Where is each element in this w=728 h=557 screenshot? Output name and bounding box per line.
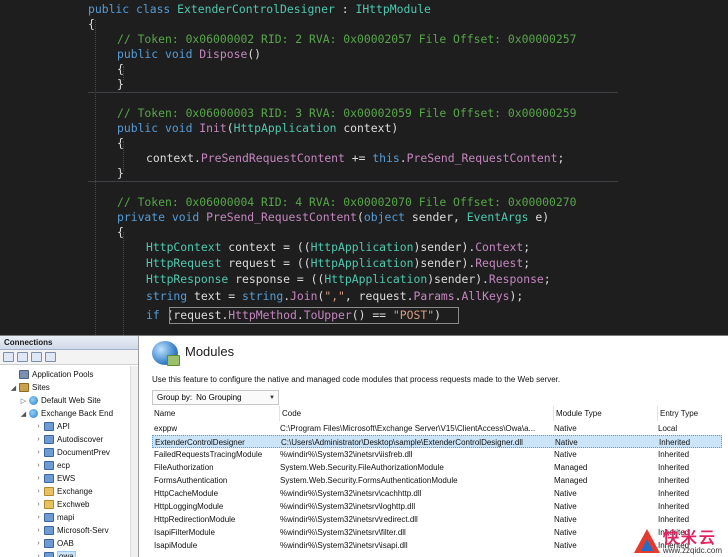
folder-icon (44, 474, 54, 483)
watermark-brand: 快米云 (662, 528, 717, 547)
code-line: { (88, 17, 95, 31)
code-line: { (117, 136, 124, 150)
sites-icon (19, 383, 29, 392)
app-pool-icon (19, 370, 29, 379)
connect-icon[interactable] (31, 352, 42, 362)
tree-node-microsoft-serv[interactable]: › Microsoft-Serv (35, 524, 109, 537)
code-line: { (117, 62, 124, 76)
globe-icon (29, 396, 38, 405)
chevron-right-icon[interactable]: ▷ (20, 397, 27, 405)
folder-icon (44, 552, 54, 557)
folder-icon (44, 526, 54, 535)
method-separator (88, 92, 618, 93)
code-line: string text = string.Join(",", request.P… (146, 289, 524, 303)
tree-node-api[interactable]: › API (35, 420, 70, 433)
chevron-down-icon[interactable]: ◢ (20, 410, 27, 418)
code-line: HttpContext context = ((HttpApplication)… (146, 240, 531, 254)
folder-icon (44, 487, 54, 496)
table-row-selected[interactable]: ExtenderControlDesigner C:\Users\Administ… (152, 435, 722, 448)
group-by-value: No Grouping (196, 393, 242, 402)
chevron-down-icon[interactable]: ◢ (10, 384, 17, 392)
refresh-icon[interactable] (45, 352, 56, 362)
code-line: private void PreSend_RequestContent(obje… (117, 210, 550, 224)
table-row[interactable]: HttpLoggingModule %windir%\System32\inets… (152, 500, 722, 513)
table-row[interactable]: FailedRequestsTracingModule %windir%\Syst… (152, 448, 722, 461)
table-row[interactable]: HttpRedirectionModule %windir%\System32\i… (152, 513, 722, 526)
tree-node-sites[interactable]: ◢ Sites (10, 381, 50, 394)
iis-manager: Connections Application Pools ◢ Sites ▷ De… (0, 335, 728, 557)
code-comment: // Token: 0x06000003 RID: 3 RVA: 0x00002… (117, 106, 577, 120)
connections-header: Connections (0, 336, 138, 350)
save-icon[interactable] (17, 352, 28, 362)
folder-icon (44, 435, 54, 444)
watermark: 快米云 www.zzqidc.com (633, 529, 722, 555)
chevron-down-icon: ▼ (269, 394, 275, 401)
code-line: { (117, 225, 124, 239)
code-line: public void Init(HttpApplication context… (117, 121, 399, 135)
watermark-text: 快米云 www.zzqidc.com (663, 529, 722, 555)
folder-icon (44, 500, 54, 509)
brand-logo-icon (633, 529, 660, 555)
tree-node-ecp[interactable]: › ecp (35, 459, 70, 472)
tree-node-default-web-site[interactable]: ▷ Default Web Site (20, 394, 101, 407)
column-header-module-type[interactable]: Module Type (554, 406, 658, 421)
tree-node-app-pools[interactable]: Application Pools (10, 368, 93, 381)
page-title: Modules (185, 344, 235, 359)
code-line: HttpRequest request = ((HttpApplication)… (146, 256, 531, 270)
tree-node-oab[interactable]: › OAB (35, 537, 74, 550)
indent-guide (95, 20, 96, 335)
indent-guide (123, 232, 124, 335)
column-header-name[interactable]: Name (152, 406, 280, 421)
table-row[interactable]: FormsAuthentication System.Web.Security.F… (152, 474, 722, 487)
tree-node-ews[interactable]: › EWS (35, 472, 75, 485)
code-line: HttpResponse response = ((HttpApplicatio… (146, 272, 551, 286)
tree-node-exchange[interactable]: › Exchange (35, 485, 93, 498)
code-line: } (117, 166, 124, 180)
folder-icon (44, 513, 54, 522)
table-row[interactable]: HttpCacheModule %windir%\System32\inetsrv… (152, 487, 722, 500)
globe-icon (29, 409, 38, 418)
group-by-select[interactable]: Group by: No Grouping ▼ (152, 390, 279, 405)
code-line: context.PreSendRequestContent += this.Pr… (146, 151, 565, 165)
highlight-box (169, 307, 459, 324)
table-row[interactable]: exppw C:\Program Files\Microsoft\Exchange… (152, 422, 722, 435)
folder-icon (44, 448, 54, 457)
globe-icon[interactable] (3, 352, 14, 362)
modules-icon (152, 341, 180, 366)
code-line: } (117, 77, 124, 91)
code-line: public void Dispose() (117, 47, 262, 61)
tree-node-exchange-back-end[interactable]: ◢ Exchange Back End (20, 407, 113, 420)
modules-page: Modules Use this feature to configure th… (140, 336, 728, 557)
page-description: Use this feature to configure the native… (152, 375, 561, 384)
tree-node-exchweb[interactable]: › Exchweb (35, 498, 89, 511)
tree-node-owa[interactable]: › owa (35, 550, 76, 557)
code-comment: // Token: 0x06000002 RID: 2 RVA: 0x00002… (117, 32, 577, 46)
table-row[interactable]: FileAuthorization System.Web.Security.Fil… (152, 461, 722, 474)
group-by-label: Group by: (157, 393, 193, 402)
tree-node-mapi[interactable]: › mapi (35, 511, 74, 524)
method-separator (88, 181, 618, 182)
connections-toolbar (0, 350, 138, 365)
folder-icon (44, 422, 54, 431)
code-editor[interactable]: public class ExtenderControlDesigner : I… (0, 0, 728, 335)
connections-scrollbar[interactable] (130, 366, 138, 557)
watermark-url: www.zzqidc.com (662, 546, 722, 555)
folder-icon (44, 539, 54, 548)
code-line: public class ExtenderControlDesigner : I… (88, 2, 431, 16)
tree-node-documentprev[interactable]: › DocumentPrev (35, 446, 110, 459)
code-comment: // Token: 0x06000004 RID: 4 RVA: 0x00002… (117, 195, 577, 209)
column-header-entry-type[interactable]: Entry Type (658, 406, 722, 421)
folder-icon (44, 461, 54, 470)
column-header-code[interactable]: Code (280, 406, 554, 421)
connections-pane: Connections Application Pools ◢ Sites ▷ De… (0, 336, 139, 557)
tree-node-autodiscover[interactable]: › Autodiscover (35, 433, 103, 446)
